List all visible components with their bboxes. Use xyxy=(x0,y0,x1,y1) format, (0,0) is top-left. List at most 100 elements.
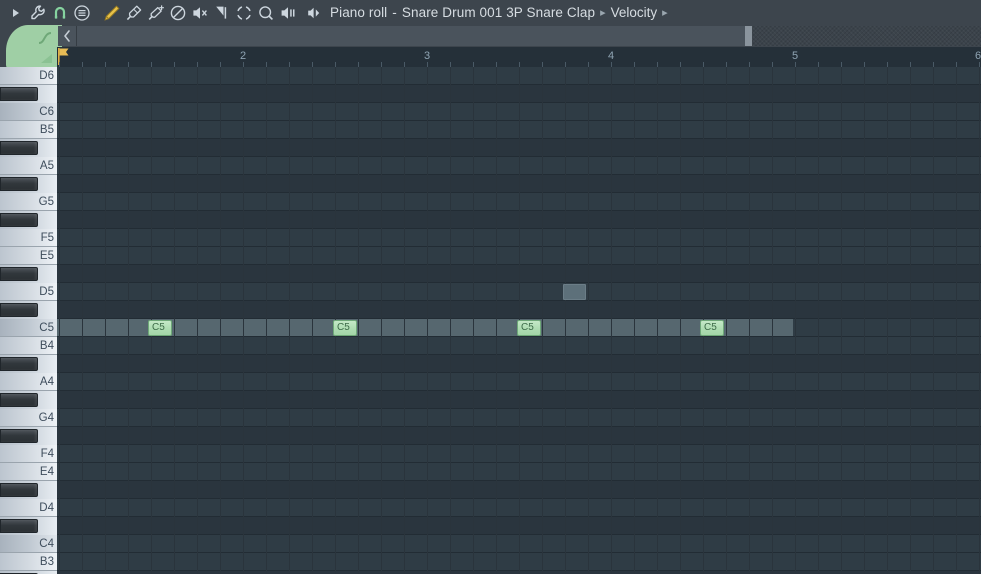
piano-key-b3[interactable]: B3 xyxy=(0,553,57,571)
grid-step-line xyxy=(657,67,658,574)
piano-key-e5[interactable]: E5 xyxy=(0,247,57,265)
paint-brush-add-icon[interactable] xyxy=(145,2,167,24)
piano-key-label: D4 xyxy=(39,502,54,514)
mute-icon[interactable] xyxy=(189,2,211,24)
grid-step-line xyxy=(358,67,359,574)
piano-key-a5[interactable]: A5 xyxy=(0,157,57,175)
wrench-icon[interactable] xyxy=(27,2,49,24)
breadcrumb-separator-1: ▸ xyxy=(600,7,606,19)
piano-key-b4[interactable]: B4 xyxy=(0,337,57,355)
ghost-note-d5[interactable] xyxy=(563,284,586,300)
chevron-left-icon xyxy=(64,30,70,42)
piano-key-label: F4 xyxy=(40,448,54,460)
piano-key-label: A4 xyxy=(39,376,54,388)
ruler-bar-number: 2 xyxy=(240,50,247,62)
piano-key-gs5[interactable] xyxy=(0,177,38,191)
piano-key-c4[interactable]: C4 xyxy=(0,535,57,553)
note-block[interactable]: C5 xyxy=(700,320,724,336)
grid-step-line xyxy=(59,67,60,574)
piano-key-cs4[interactable] xyxy=(0,519,38,533)
window-title-bar: Piano roll - Snare Drum 001 3P Snare Cla… xyxy=(303,2,673,24)
piano-key-as4[interactable] xyxy=(0,357,38,371)
grid-step-line xyxy=(174,67,175,574)
piano-key-cs5[interactable] xyxy=(0,303,38,317)
grid-step-line xyxy=(864,67,865,574)
magnet-snap-icon[interactable] xyxy=(49,2,71,24)
grid-step-line xyxy=(910,67,911,574)
grid-step-line xyxy=(956,67,957,574)
piano-key-label: B5 xyxy=(39,124,54,136)
back-button[interactable] xyxy=(58,26,77,46)
grid-step-line xyxy=(404,67,405,574)
piano-key-label: F5 xyxy=(40,232,54,244)
title-dash: - xyxy=(392,5,397,20)
piano-key-b5[interactable]: B5 xyxy=(0,121,57,139)
piano-key-e4[interactable]: E4 xyxy=(0,463,57,481)
grid-step-line xyxy=(588,67,589,574)
playlist-arrow-icon[interactable] xyxy=(5,2,27,24)
piano-key-d4[interactable]: D4 xyxy=(0,499,57,517)
timeline-ruler[interactable]: 2 3 4 5 6 xyxy=(57,47,981,68)
piano-key-label: D5 xyxy=(39,286,54,298)
piano-roll-menu-icon[interactable] xyxy=(71,2,93,24)
piano-key-label: D6 xyxy=(39,70,54,82)
piano-key-gs4[interactable] xyxy=(0,393,38,407)
scrollbar-track[interactable] xyxy=(745,26,981,46)
piano-key-as5[interactable] xyxy=(0,141,38,155)
piano-key-f5[interactable]: F5 xyxy=(0,229,57,247)
piano-key-label: A5 xyxy=(39,160,54,172)
piano-key-label: E5 xyxy=(39,250,54,262)
piano-key-fs4[interactable] xyxy=(0,429,38,443)
grid-step-line xyxy=(105,67,106,574)
grid-step-line xyxy=(818,67,819,574)
piano-keyboard[interactable]: D6 C6 B5 A5 G5 F5 E5 D5 C5 B4 A4 G4 F4 E4 D4 C4 B3 xyxy=(0,67,58,574)
scrollbar-thumb[interactable] xyxy=(745,26,752,46)
grid-step-line xyxy=(473,67,474,574)
grid-step-line xyxy=(772,67,773,574)
secondary-toolbar xyxy=(0,25,981,69)
piano-key-c6[interactable]: C6 xyxy=(0,103,57,121)
piano-key-ds5[interactable] xyxy=(0,267,38,281)
paint-brush-icon[interactable] xyxy=(123,2,145,24)
piano-key-cs6[interactable] xyxy=(0,87,38,101)
grid-step-line xyxy=(933,67,934,574)
zoom-icon[interactable] xyxy=(255,2,277,24)
note-block[interactable]: C5 xyxy=(333,320,357,336)
piano-key-a4[interactable]: A4 xyxy=(0,373,57,391)
piano-key-fs5[interactable] xyxy=(0,213,38,227)
title-mode[interactable]: Velocity xyxy=(611,5,658,20)
grid-step-line xyxy=(427,67,428,574)
grid-step-line xyxy=(220,67,221,574)
piano-key-d6[interactable]: D6 xyxy=(0,67,57,85)
grid-step-line xyxy=(82,67,83,574)
title-instrument: Snare Drum 001 3P Snare Clap xyxy=(401,5,596,20)
curve-ramp-icon xyxy=(41,54,52,63)
piano-key-g4[interactable]: G4 xyxy=(0,409,57,427)
piano-key-label: C6 xyxy=(39,106,54,118)
slice-icon[interactable] xyxy=(211,2,233,24)
grid-step-line xyxy=(634,67,635,574)
grid-step-line xyxy=(542,67,543,574)
velocity-editor-bar[interactable] xyxy=(77,26,745,46)
select-icon[interactable] xyxy=(233,2,255,24)
page-title: Piano roll xyxy=(330,5,388,20)
piano-key-d5[interactable]: D5 xyxy=(0,283,57,301)
piano-key-label: C5 xyxy=(39,322,54,334)
grid-step-line xyxy=(887,67,888,574)
playback-icon[interactable] xyxy=(277,2,299,24)
draw-pencil-icon[interactable] xyxy=(101,2,123,24)
piano-key-f4[interactable]: F4 xyxy=(0,445,57,463)
piano-key-g5[interactable]: G5 xyxy=(0,193,57,211)
title-speaker-icon[interactable] xyxy=(303,2,325,24)
note-block[interactable]: C5 xyxy=(148,320,172,336)
grid-step-line xyxy=(749,67,750,574)
delete-icon[interactable] xyxy=(167,2,189,24)
piano-key-c5[interactable]: C5 xyxy=(0,319,57,337)
note-grid[interactable]: C5 C5 C5 C5 xyxy=(57,67,981,574)
piano-key-ds4[interactable] xyxy=(0,483,38,497)
grid-step-line xyxy=(680,67,681,574)
grid-step-line xyxy=(128,67,129,574)
piano-key-label: G4 xyxy=(38,412,54,424)
velocity-curve-tab[interactable] xyxy=(6,25,62,69)
note-block[interactable]: C5 xyxy=(517,320,541,336)
